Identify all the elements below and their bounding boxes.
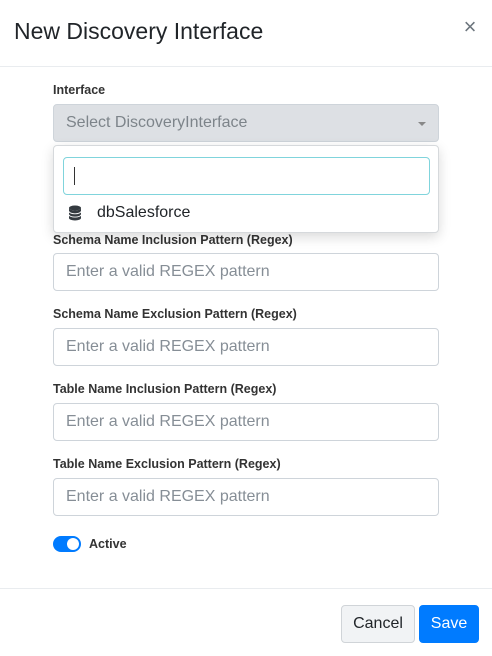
schema-inclusion-input[interactable] xyxy=(53,253,439,291)
interface-label: Interface xyxy=(53,83,106,97)
toggle-knob xyxy=(67,538,79,550)
database-icon xyxy=(68,205,82,226)
modal-title: New Discovery Interface xyxy=(14,18,264,44)
table-inclusion-input[interactable] xyxy=(53,403,439,441)
cancel-button[interactable]: Cancel xyxy=(341,605,415,643)
dropdown-option-label: dbSalesforce xyxy=(97,204,191,221)
modal-header: New Discovery Interface × xyxy=(0,0,492,67)
schema-exclusion-label: Schema Name Exclusion Pattern (Regex) xyxy=(53,307,297,321)
text-cursor xyxy=(74,167,75,185)
schema-inclusion-label: Schema Name Inclusion Pattern (Regex) xyxy=(53,233,293,247)
close-icon[interactable]: × xyxy=(461,16,479,38)
interface-select-placeholder: Select DiscoveryInterface xyxy=(66,114,248,131)
table-inclusion-label: Table Name Inclusion Pattern (Regex) xyxy=(53,382,277,396)
save-button[interactable]: Save xyxy=(419,605,479,643)
caret-down-icon xyxy=(418,122,426,126)
active-label: Active xyxy=(89,537,127,551)
table-exclusion-label: Table Name Exclusion Pattern (Regex) xyxy=(53,457,281,471)
dropdown-search-input[interactable] xyxy=(63,157,430,195)
active-toggle[interactable] xyxy=(53,536,81,552)
interface-dropdown: dbSalesforce xyxy=(53,145,439,233)
schema-exclusion-input[interactable] xyxy=(53,328,439,366)
dropdown-option-dbsalesforce[interactable]: dbSalesforce xyxy=(55,198,437,228)
interface-select[interactable]: Select DiscoveryInterface xyxy=(53,104,439,142)
new-discovery-interface-modal: New Discovery Interface × Interface Sele… xyxy=(0,0,492,656)
table-exclusion-input[interactable] xyxy=(53,478,439,516)
